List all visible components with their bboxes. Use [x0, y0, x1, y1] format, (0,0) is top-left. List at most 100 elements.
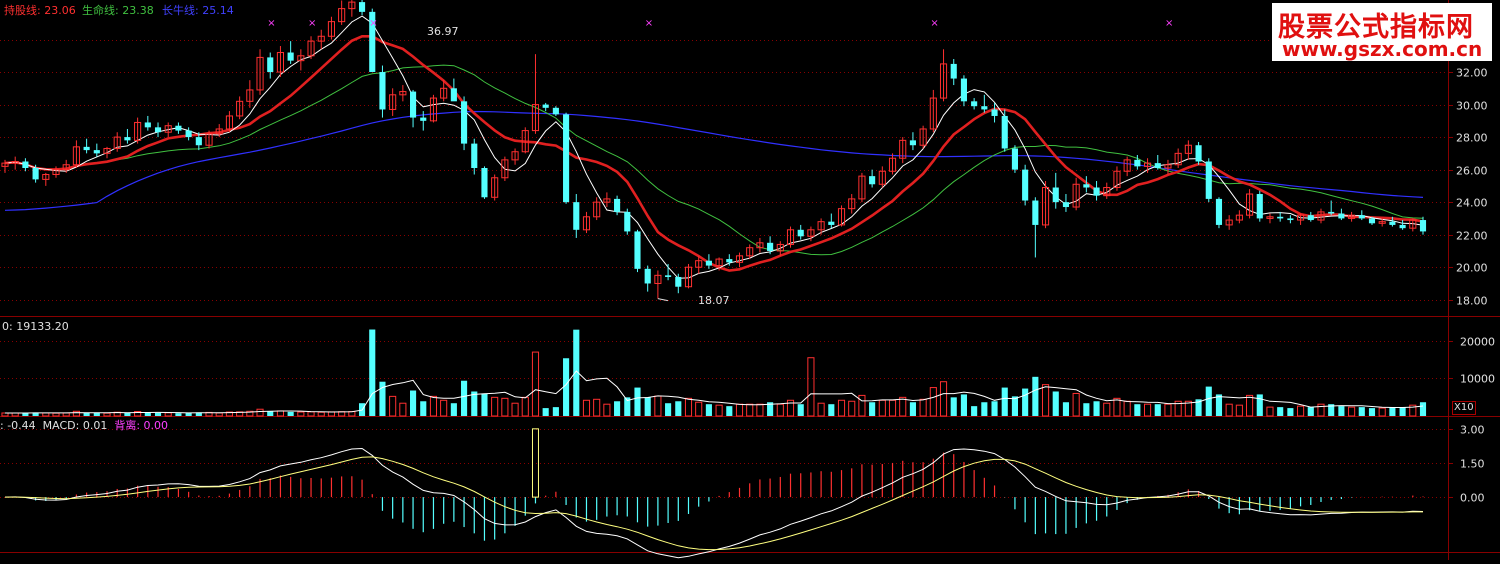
signal-mark: × — [930, 18, 938, 29]
volume-bar — [1001, 387, 1008, 416]
volume-bar — [52, 412, 60, 417]
volume-bar — [684, 397, 693, 417]
candle-body — [705, 260, 712, 266]
volume-bar — [950, 397, 957, 416]
volume-bar — [1011, 396, 1019, 416]
logo-url: www.gszx.com.cn — [1282, 37, 1483, 61]
candle-body — [461, 101, 468, 144]
stock-chart[interactable]: 34.0032.0030.0028.0026.0024.0022.0020.00… — [0, 0, 1500, 560]
price-tick-label: 24.00 — [1456, 197, 1488, 210]
candle-body — [1083, 184, 1090, 188]
candle-body — [828, 221, 835, 225]
legend-hold-value: 23.06 — [44, 4, 76, 17]
volume-bar — [1164, 403, 1172, 417]
legend-long-label: 长牛线 — [162, 4, 195, 17]
legend-hold-label: 持股线 — [4, 4, 37, 17]
legend-life: 生命线: 23.38 — [82, 4, 154, 17]
macd-tick-label: 3.00 — [1460, 424, 1485, 437]
macd-dif-line — [4, 447, 1424, 559]
candle-body — [1256, 194, 1263, 219]
volume-bar — [756, 403, 764, 417]
volume-bar — [297, 411, 305, 417]
volume-bar — [695, 401, 703, 417]
legend-long: 长牛线: 25.14 — [162, 4, 234, 17]
volume-bar — [582, 399, 591, 417]
candle-body — [767, 242, 774, 251]
volume-bar — [1338, 406, 1345, 416]
volume-bar — [1399, 407, 1406, 416]
volume-scale-badge[interactable]: X10 — [1452, 401, 1476, 415]
candle-body — [1287, 218, 1294, 221]
legend-hold: 持股线: 23.06 — [4, 4, 76, 17]
macd-divergence: 背离: 0.00 — [114, 419, 169, 432]
volume-bar — [521, 396, 529, 417]
volume-bar — [1225, 403, 1233, 417]
candle-body — [471, 143, 478, 168]
candle-body — [634, 231, 641, 269]
candle-body — [1001, 115, 1008, 149]
volume-bar — [593, 398, 601, 417]
macd-dea-line — [5, 456, 1423, 551]
volume-bar — [960, 394, 967, 416]
volume-bar — [256, 408, 264, 417]
candle-body — [797, 229, 804, 237]
high-label: 36.97 — [427, 25, 459, 38]
candle-body — [675, 276, 682, 287]
candle-body — [420, 117, 427, 121]
life-line — [4, 64, 1424, 256]
volume-bar — [1287, 408, 1294, 416]
volume-bar — [93, 412, 100, 416]
candle-body — [409, 91, 417, 118]
candle-body — [1032, 200, 1039, 225]
candle-body — [869, 176, 876, 185]
volume-bar — [399, 402, 407, 417]
volume-bar — [603, 403, 611, 417]
price-tick-label: 30.00 — [1456, 100, 1488, 113]
candle-body — [1215, 198, 1223, 225]
candle-body — [563, 114, 570, 203]
volume-bar — [1215, 394, 1223, 416]
volume-bar — [389, 395, 397, 417]
volume-bar — [1134, 404, 1141, 416]
volume-bar — [899, 396, 907, 417]
signal-mark: × — [308, 18, 316, 29]
candle-body — [481, 168, 488, 198]
candle-body — [1307, 215, 1314, 221]
candle-body — [379, 72, 386, 110]
volume-bar — [1277, 407, 1284, 416]
volume-bar — [215, 412, 223, 417]
volume-bar — [144, 412, 151, 416]
volume-bar — [919, 398, 927, 417]
macd-tick-label: 0.00 — [1460, 492, 1485, 505]
volume-bar — [1123, 400, 1131, 417]
candle-body — [552, 107, 559, 115]
volume-bar — [715, 404, 723, 417]
volume-bar — [409, 390, 417, 416]
volume-bar — [440, 399, 448, 417]
volume-bar — [62, 412, 70, 417]
legend-life-label: 生命线 — [82, 4, 115, 17]
volume-bar — [429, 395, 438, 417]
candle-body — [154, 127, 162, 133]
volume-bar — [939, 381, 948, 417]
volume-bar — [735, 403, 744, 417]
price-tick-label: 28.00 — [1456, 132, 1488, 145]
chart-canvas[interactable]: 34.0032.0030.0028.0026.0024.0022.0020.00… — [0, 0, 1500, 560]
volume-bar — [276, 410, 284, 417]
macd-value: MACD: 0.01 — [42, 419, 108, 432]
candle-body — [1195, 145, 1202, 162]
price-tick-label: 32.00 — [1456, 67, 1488, 80]
volume-bar — [1348, 406, 1356, 417]
volume-bar — [103, 412, 111, 417]
volume-bar — [287, 411, 294, 416]
volume-bar — [1358, 407, 1365, 416]
volume-bar — [450, 403, 457, 416]
candle-body — [1093, 187, 1100, 196]
volume-bar — [1113, 397, 1121, 417]
volume-bar — [1205, 386, 1212, 416]
volume-bar — [164, 412, 172, 417]
volume-bar — [797, 404, 804, 416]
volume-bar — [491, 396, 499, 417]
volume-bar — [1041, 384, 1050, 417]
volume-bar — [1032, 376, 1039, 416]
